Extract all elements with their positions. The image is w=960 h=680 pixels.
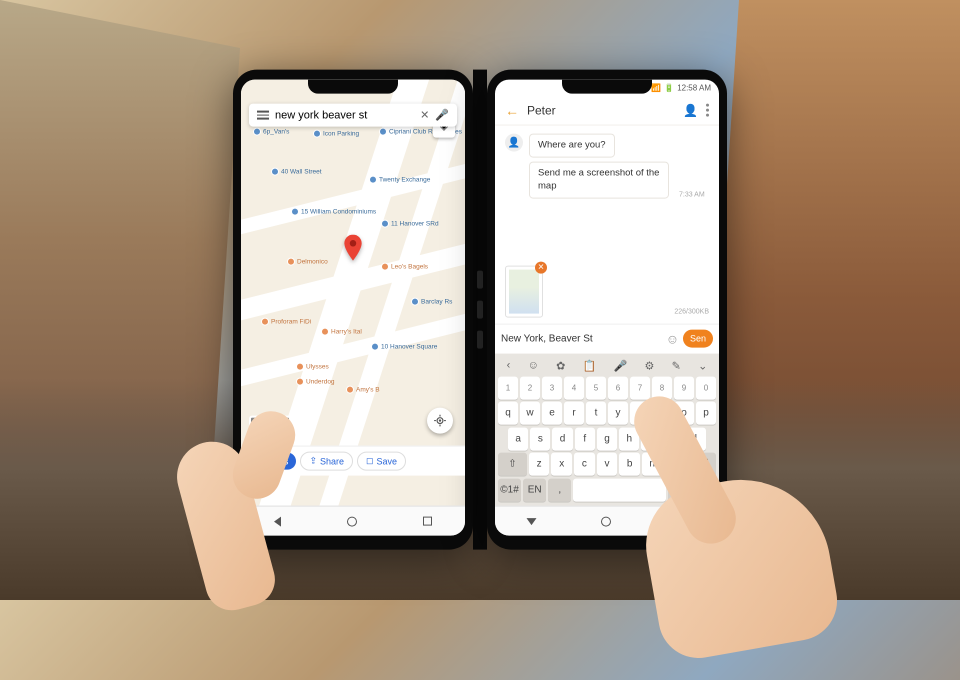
remove-attachment-icon[interactable]: ✕ [535,261,547,273]
key-z[interactable]: z [529,453,550,476]
message-bubble: Send me a screenshot of the map [529,162,669,199]
key-1[interactable]: 1 [498,376,518,399]
left-hand [130,400,370,680]
battery-icon: 🔋 [664,83,674,92]
key-s[interactable]: s [530,427,550,450]
message-row: Send me a screenshot of the map 7:33 AM [505,162,709,199]
back-icon[interactable]: ← [505,102,519,118]
poi[interactable]: 15 William Condominiums [291,208,376,216]
key-2[interactable]: 2 [520,376,540,399]
recents-button[interactable] [423,517,432,526]
notch [562,80,652,94]
hamburger-icon[interactable] [257,111,269,120]
poi[interactable]: Harry's Ital [321,328,362,336]
map-search-bar[interactable]: new york beaver st ✕ 🎤 [249,104,457,127]
poi[interactable]: Ulysses [296,363,329,371]
avatar[interactable]: 👤 [505,134,523,152]
voice-icon[interactable]: 🎤 [435,109,449,122]
key-lang[interactable]: EN [523,478,546,501]
signal-icon: 📶 [651,83,661,92]
poi[interactable]: Twenty Exchange [369,176,430,184]
phone-hinge [473,70,487,550]
right-hand [550,360,870,660]
clock: 12:58 AM [677,83,711,92]
notch [308,80,398,94]
contact-icon[interactable]: 👤 [683,103,698,117]
overflow-menu-icon[interactable] [706,104,709,117]
poi[interactable]: Icon Parking [313,130,359,138]
message-input[interactable]: New York, Beaver St [501,333,662,344]
back-button[interactable] [527,518,537,525]
chat-thread[interactable]: 👤 Where are you? Send me a screenshot of… [495,126,719,324]
poi[interactable]: Underdog [296,378,335,386]
poi[interactable]: 40 Wall Street [271,168,322,176]
kb-chevron-icon[interactable]: ‹ [507,359,511,372]
poi[interactable]: 11 Hanover SRd [381,220,439,228]
my-location-button[interactable] [427,408,453,434]
poi[interactable]: Leo's Bagels [381,263,428,271]
poi[interactable]: Amy's B [346,386,380,394]
poi[interactable]: 6p_Van's [253,128,289,136]
compose-bar: New York, Beaver St ☺ Sen [495,323,719,353]
timestamp: 7:33 AM [679,192,705,199]
key-symbols[interactable]: ©1# [498,478,521,501]
key-w[interactable]: w [520,402,540,425]
poi[interactable]: 10 Hanover Square [371,343,437,351]
attachment-size: 226/300KB [674,308,709,315]
poi[interactable]: Barclay Rs [411,298,452,306]
key-shift[interactable]: ⇧ [498,453,527,476]
contact-name[interactable]: Peter [527,103,675,117]
clear-icon[interactable]: ✕ [420,109,429,122]
key-q[interactable]: q [498,402,518,425]
emoji-icon[interactable]: ☺ [666,331,679,346]
kb-emoji-icon[interactable]: ☺ [528,359,539,372]
message-row: 👤 Where are you? [505,134,709,158]
map-pin-icon[interactable] [344,234,362,260]
message-bubble: Where are you? [529,134,615,158]
key-a[interactable]: a [508,427,528,450]
poi[interactable]: Delmonico [287,258,328,266]
chat-header: ← Peter 👤 [495,96,719,126]
attachment-preview[interactable]: ✕ [505,265,543,317]
poi[interactable]: Proforam FiDi [261,318,311,326]
search-input[interactable]: new york beaver st [275,109,414,121]
send-button[interactable]: Sen [683,330,713,348]
